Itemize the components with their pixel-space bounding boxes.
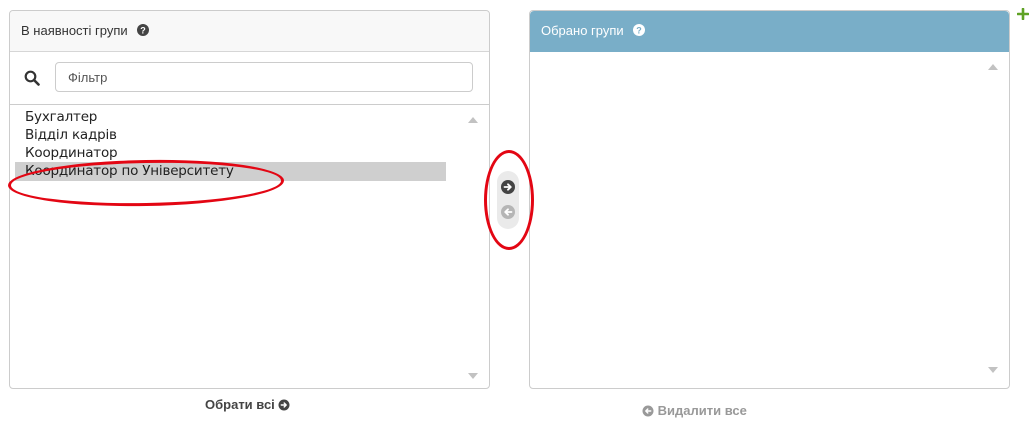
chosen-groups-header: Обрано групи ?: [530, 11, 1009, 52]
arrow-left-circle-icon: [642, 403, 658, 418]
svg-text:?: ?: [637, 25, 643, 35]
list-item-selected[interactable]: Координатор по Університету: [15, 162, 446, 181]
plus-icon[interactable]: [1016, 7, 1031, 21]
help-icon: ?: [633, 12, 646, 52]
choose-all-link[interactable]: Обрати всі: [205, 397, 290, 412]
available-groups-box: В наявності групи ? Бухгалтер Відділ кад…: [9, 10, 490, 389]
search-icon: [24, 70, 40, 91]
available-groups-header: В наявності групи ?: [10, 11, 489, 52]
arrow-right-circle-icon: [278, 397, 290, 412]
filter-input[interactable]: [55, 62, 473, 92]
list-item[interactable]: Бухгалтер: [15, 108, 446, 127]
scroll-down-arrow[interactable]: [988, 367, 998, 373]
arrow-left-circle-icon[interactable]: [500, 204, 516, 220]
arrow-right-circle-icon[interactable]: [500, 179, 516, 195]
chosen-groups-list[interactable]: [530, 52, 1009, 388]
available-groups-title: В наявності групи: [21, 23, 128, 38]
remove-all-label: Видалити все: [657, 403, 747, 418]
available-groups-list[interactable]: Бухгалтер Відділ кадрів Координатор Коор…: [10, 105, 489, 388]
help-icon: ?: [137, 12, 150, 52]
scroll-up-arrow[interactable]: [468, 117, 478, 123]
remove-all-link[interactable]: Видалити все: [642, 403, 747, 418]
scroll-up-arrow[interactable]: [988, 64, 998, 70]
list-item[interactable]: Координатор: [15, 144, 446, 163]
chosen-groups-title: Обрано групи: [541, 23, 624, 38]
filter-row: [10, 52, 489, 105]
list-item[interactable]: Відділ кадрів: [15, 126, 446, 145]
scroll-down-arrow[interactable]: [468, 373, 478, 379]
svg-text:?: ?: [141, 25, 147, 35]
chooser-buttons: [497, 171, 519, 229]
choose-all-label: Обрати всі: [205, 397, 275, 412]
chosen-groups-box: Обрано групи ?: [529, 10, 1010, 389]
